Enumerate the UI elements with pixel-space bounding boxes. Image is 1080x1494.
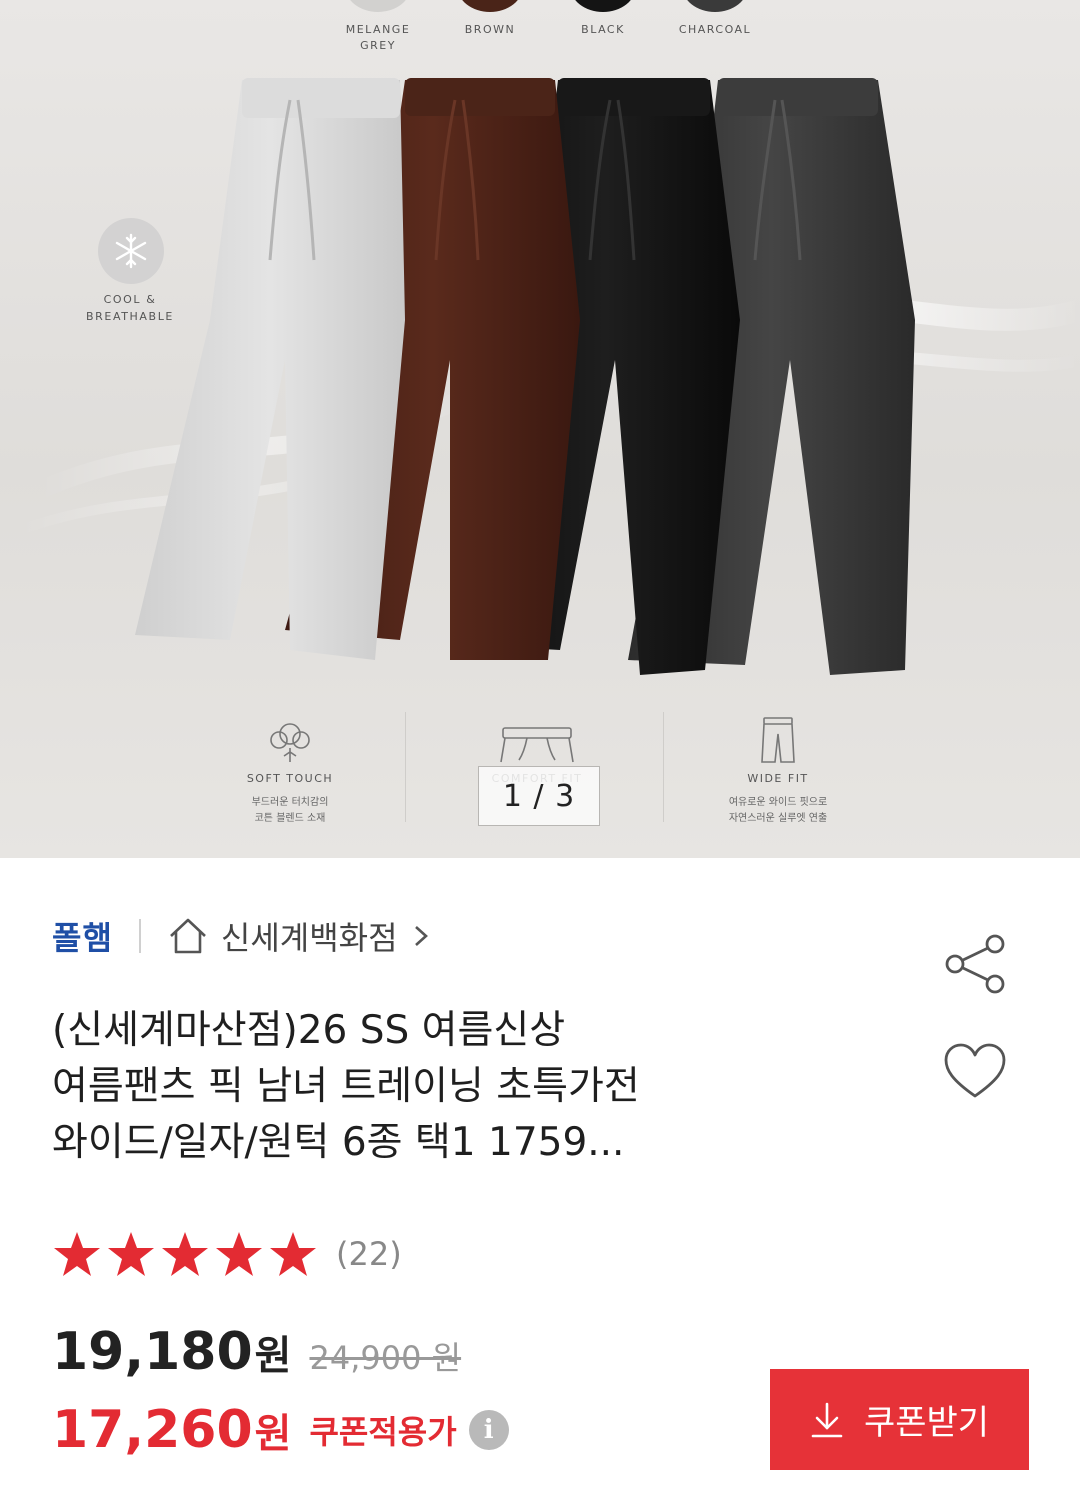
- review-count: (22): [336, 1235, 402, 1273]
- star-icon: [270, 1232, 316, 1276]
- feature-title: WIDE FIT: [747, 772, 809, 785]
- feature-wide-fit: WIDE FIT 여유로운 와이드 핏으로 자연스러운 실루엣 연출: [678, 712, 878, 827]
- swatch-text: BLACK: [581, 23, 625, 36]
- feature-desc: 여유로운 와이드 핏으로 자연스러운 실루엣 연출: [728, 797, 828, 824]
- cool-breathable-label: COOL & BREATHABLE: [86, 293, 174, 323]
- store-link[interactable]: 신세계백화점: [167, 913, 430, 959]
- product-title-line: 와이드/일자/원턱 6종 택1 1759...: [52, 1120, 625, 1165]
- wide-pants-icon: [678, 712, 878, 764]
- coupon-applied-label: 쿠폰적용가: [309, 1413, 457, 1451]
- brand-row: 폴햄 신세계백화점: [52, 912, 430, 960]
- product-title: (신세계마산점)26 SS 여름신상 여름팬츠 픽 남녀 트레이닝 초특가전 와…: [52, 1003, 912, 1171]
- heart-wishlist-icon[interactable]: [942, 1042, 1008, 1102]
- rating-row[interactable]: (22): [52, 1230, 402, 1278]
- cotton-icon: [190, 712, 390, 764]
- star-rating: [52, 1230, 322, 1278]
- coupon-price-unit: 원: [254, 1411, 292, 1457]
- product-title-line: 여름팬츠 픽 남녀 트레이닝 초특가전: [52, 1064, 640, 1109]
- pants-outline-icon: [437, 712, 637, 764]
- chevron-right-icon: [414, 926, 428, 946]
- coupon-button-label: 쿠폰받기: [863, 1403, 990, 1443]
- share-icon[interactable]: [942, 933, 1008, 995]
- feature-divider: [663, 712, 664, 822]
- star-icon: [54, 1232, 100, 1276]
- feature-desc: 부드러운 터치감의 코튼 블렌드 소재: [251, 797, 329, 824]
- swatch-label-charcoal: CHARCOAL: [660, 22, 770, 38]
- info-icon[interactable]: i: [468, 1410, 509, 1450]
- coupon-price-row: 17,260 원 쿠폰적용가 i: [52, 1400, 509, 1460]
- brand-name-link[interactable]: 폴햄: [52, 913, 113, 959]
- coupon-download-button[interactable]: 쿠폰받기: [770, 1369, 1029, 1470]
- sale-price: 19,180: [52, 1322, 253, 1382]
- swatch-dot-charcoal: [682, 0, 748, 12]
- swatch-dot-brown: [457, 0, 523, 12]
- home-icon: [169, 918, 206, 954]
- download-icon: [811, 1402, 843, 1437]
- swatch-text: MELANGE GREY: [345, 23, 411, 52]
- coupon-price: 17,260: [52, 1400, 253, 1460]
- product-title-line: (신세계마산점)26 SS 여름신상: [52, 1008, 566, 1053]
- brand-separator: [138, 919, 141, 953]
- swatch-dot-grey: [345, 0, 411, 12]
- original-price: 24,900 원: [309, 1339, 462, 1377]
- swatch-label-black: BLACK: [548, 22, 658, 38]
- star-icon: [162, 1232, 208, 1276]
- price-unit: 원: [254, 1333, 292, 1379]
- carousel-page-counter: 1 / 3: [478, 766, 600, 826]
- product-image-carousel[interactable]: MELANGE GREY BROWN BLACK CHARCOAL COOL &…: [0, 0, 1080, 858]
- swatch-dot-black: [570, 0, 636, 12]
- snowflake-icon: [98, 218, 164, 284]
- star-icon: [108, 1232, 154, 1276]
- swatch-text: CHARCOAL: [678, 23, 752, 36]
- swatch-label-brown: BROWN: [435, 22, 545, 38]
- feature-divider: [405, 712, 406, 822]
- swatch-text: BROWN: [464, 23, 516, 36]
- price-row: 19,180 원 24,900 원: [52, 1322, 461, 1382]
- star-icon: [216, 1232, 262, 1276]
- feature-title: SOFT TOUCH: [246, 772, 334, 785]
- swatch-label-melange-grey: MELANGE GREY: [323, 22, 433, 54]
- feature-soft-touch: SOFT TOUCH 부드러운 터치감의 코튼 블렌드 소재: [190, 712, 390, 827]
- pants-product-photo: [18, 78, 1080, 675]
- store-name: 신세계백화점: [220, 919, 398, 957]
